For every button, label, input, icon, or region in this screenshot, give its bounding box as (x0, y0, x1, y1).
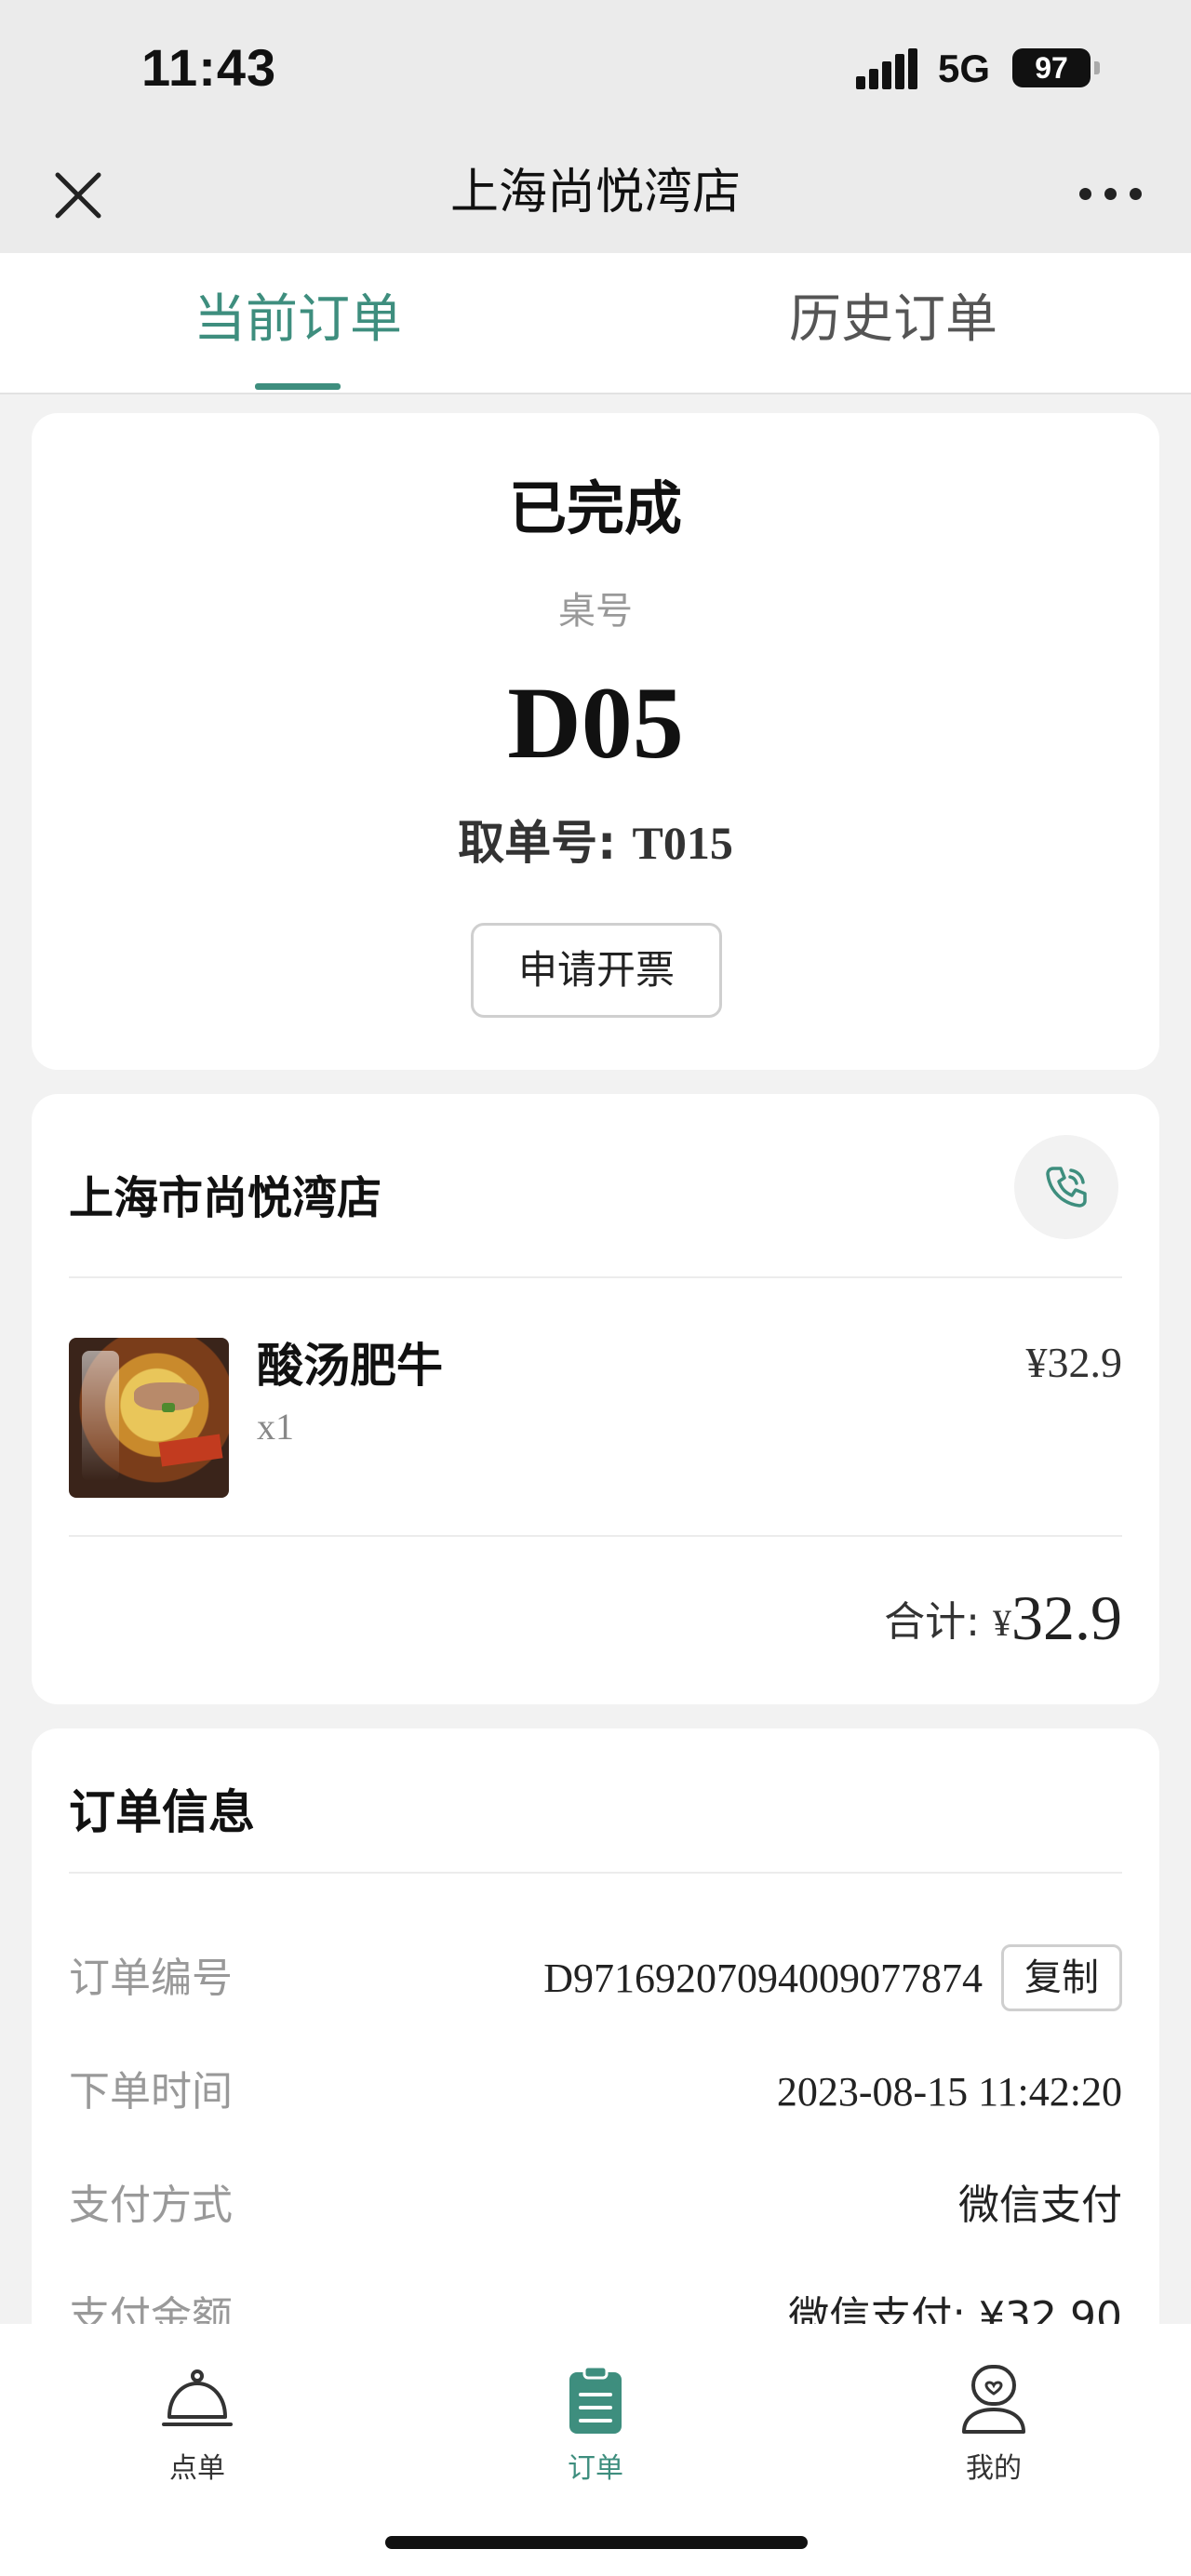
tab-current-orders[interactable]: 当前订单 (130, 285, 465, 355)
status-bar: 11:43 5G 97 (0, 0, 1191, 140)
pickup-number: 取单号: T015 (32, 806, 1159, 873)
battery-tip (1094, 61, 1100, 74)
more-icon[interactable] (1079, 188, 1144, 203)
home-indicator (385, 2536, 808, 2549)
bottom-nav-mine[interactable]: 我的 (901, 2363, 1087, 2486)
profile-icon (962, 2365, 1025, 2434)
order-total: 合计: ¥32.9 (884, 1582, 1122, 1655)
table-number: D05 (507, 666, 684, 780)
bottom-nav-orders-label: 订单 (568, 2452, 623, 2485)
total-currency: ¥ (993, 1602, 1011, 1644)
dish-price: ¥32.9 (1025, 1339, 1123, 1386)
tab-history-orders[interactable]: 历史订单 (726, 285, 1061, 355)
copy-button[interactable]: 复制 (1001, 1944, 1122, 2011)
bottom-nav-mine-label: 我的 (966, 2452, 1022, 2485)
order-time-value: 2023-08-15 11:42:20 (776, 2069, 1122, 2115)
page-title: 上海尚悦湾店 (449, 165, 741, 220)
dish-name: 酸汤肥牛 (257, 1339, 443, 1393)
order-status-card: 已完成 桌号 D05 取单号: T015 申请开票 (32, 413, 1159, 1070)
order-time-label: 下单时间 (69, 2068, 233, 2116)
order-tabs: 当前订单 历史订单 (0, 253, 1191, 394)
table-label: 桌号 (558, 590, 633, 633)
payment-method-value: 微信支付 (958, 2182, 1122, 2229)
order-time-row: 下单时间 2023-08-15 11:42:20 (69, 2060, 1122, 2125)
bottom-nav-orders[interactable]: 订单 (502, 2363, 689, 2486)
order-info-card: 订单信息 订单编号 D97169207094009077874 复制 下单时间 … (32, 1728, 1159, 2341)
total-amount: 32.9 (1011, 1582, 1122, 1653)
order-number-label: 订单编号 (69, 1955, 233, 2002)
network-label: 5G (938, 47, 991, 90)
bottom-nav-order[interactable]: 点单 (104, 2363, 290, 2486)
payment-method-label: 支付方式 (69, 2182, 233, 2229)
pickup-label: 取单号: (458, 816, 617, 870)
pickup-value: T015 (632, 817, 733, 869)
divider (69, 1535, 1122, 1537)
dish-image (69, 1338, 229, 1498)
close-icon[interactable] (48, 166, 108, 225)
battery-icon: 97 (1012, 48, 1091, 87)
order-number-row: 订单编号 D97169207094009077874 复制 (69, 1944, 1122, 2011)
tab-active-indicator (255, 383, 341, 390)
store-name: 上海市尚悦湾店 (69, 1172, 382, 1224)
divider (69, 1872, 1122, 1874)
order-status: 已完成 (508, 474, 682, 542)
payment-method-row: 支付方式 微信支付 (69, 2173, 1122, 2238)
dish-quantity: x1 (257, 1406, 294, 1448)
total-label: 合计: (884, 1598, 980, 1646)
call-store-button[interactable] (1014, 1135, 1118, 1239)
status-time: 11:43 (141, 38, 277, 97)
divider (69, 1276, 1122, 1278)
request-invoice-button[interactable]: 申请开票 (471, 923, 722, 1018)
phone-icon (1046, 1167, 1087, 1208)
cloche-icon (162, 2369, 233, 2426)
order-items-card: 上海市尚悦湾店 酸汤肥牛 x1 ¥32.9 合计: ¥32.9 (32, 1094, 1159, 1704)
signal-icon (856, 48, 917, 89)
clipboard-icon (569, 2365, 622, 2434)
nav-bar: 上海尚悦湾店 (0, 140, 1191, 253)
order-info-title: 订单信息 (69, 1785, 255, 1839)
bottom-nav-order-label: 点单 (169, 2452, 225, 2485)
order-number-value: D97169207094009077874 (543, 1955, 983, 2001)
